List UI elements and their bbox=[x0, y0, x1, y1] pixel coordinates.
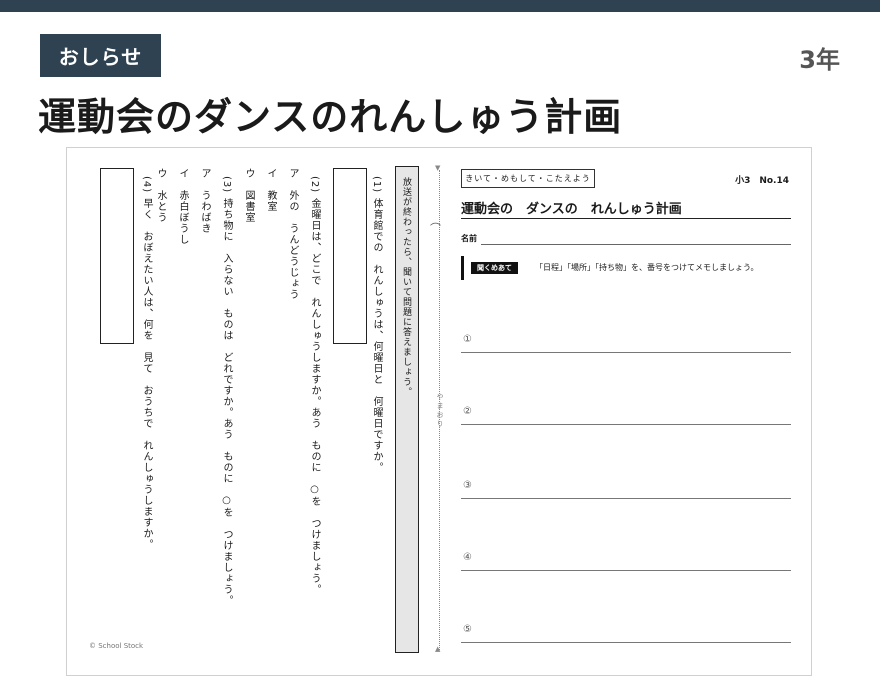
page-title: 運動会のダンスのれんしゅう計画 bbox=[38, 95, 623, 139]
question-2-text: 金曜日は、どこで れんしゅうしますか。あう ものに ○を つけましょう。 bbox=[309, 198, 320, 595]
copyright: © School Stock bbox=[89, 642, 144, 650]
name-label: 名前 bbox=[461, 234, 477, 243]
instruction-box: 放送が終わったら、聞いて問題に答えましょう。 bbox=[395, 166, 419, 653]
memo-item-5-number: ⑤ bbox=[463, 624, 472, 635]
title-divider bbox=[461, 218, 791, 219]
answer-box-4[interactable] bbox=[100, 168, 134, 344]
memo-line-1[interactable] bbox=[461, 352, 791, 353]
fold-label: やまおり bbox=[436, 393, 444, 429]
grade-label: 3年 bbox=[799, 46, 840, 74]
question-1-text: 体育館での れんしゅうは、何曜日と 何曜日ですか。 bbox=[371, 198, 382, 473]
question-3-text: 持ち物に 入らない ものは どれですか。あう ものに ○を つけましょう。 bbox=[221, 198, 232, 606]
goal-text: 「日程」「場所」「持ち物」を、番号をつけてメモしましょう。 bbox=[535, 263, 759, 272]
question-2-choice-i[interactable]: イ 教室 bbox=[263, 168, 277, 212]
memo-line-2[interactable] bbox=[461, 424, 791, 425]
top-bar bbox=[0, 0, 880, 12]
question-3-choice-i[interactable]: イ 赤白ぼうし bbox=[175, 168, 189, 245]
name-field[interactable] bbox=[481, 244, 791, 245]
question-4-number: (4) bbox=[141, 176, 152, 194]
notice-badge: おしらせ bbox=[40, 34, 161, 77]
instruction-text: 放送が終わったら、聞いて問題に答えましょう。 bbox=[401, 177, 411, 397]
question-3-choice-u[interactable]: ウ 水とう bbox=[153, 168, 167, 223]
memo-item-3-number: ③ bbox=[463, 480, 472, 491]
worksheet: 放送が終わったら、聞いて問題に答えましょう。 (1) 体育館での れんしゅうは、… bbox=[66, 147, 812, 676]
memo-item-4-number: ④ bbox=[463, 552, 472, 563]
answer-box-1[interactable] bbox=[333, 168, 367, 344]
fold-arrow-bottom-icon: ▲ bbox=[435, 645, 441, 653]
memo-item-2-number: ② bbox=[463, 406, 472, 417]
goal-bar bbox=[461, 256, 464, 280]
memo-tag: きいて・めもして・こたえよう bbox=[461, 169, 595, 188]
question-4-text: 早く おぼえたい人は、何を 見て おうちで れんしゅうしますか。 bbox=[141, 198, 152, 550]
sheet-number: 小3 No.14 bbox=[735, 176, 789, 186]
memo-title: 運動会の ダンスの れんしゅう計画 bbox=[461, 202, 682, 217]
fold-icon: ⌒ bbox=[430, 222, 441, 235]
question-3-number: (3) bbox=[221, 176, 232, 194]
memo-line-3[interactable] bbox=[461, 498, 791, 499]
question-3-choice-a[interactable]: ア うわばき bbox=[197, 168, 211, 234]
question-1-number: (1) bbox=[371, 176, 382, 194]
memo-item-1-number: ① bbox=[463, 334, 472, 345]
question-2-number: (2) bbox=[309, 176, 320, 194]
memo-line-4[interactable] bbox=[461, 570, 791, 571]
question-2-choice-u[interactable]: ウ 図書室 bbox=[241, 168, 255, 223]
memo-line-5[interactable] bbox=[461, 642, 791, 643]
goal-tag: 聞くめあて bbox=[471, 262, 518, 274]
question-2-choice-a[interactable]: ア 外の うんどうじょう bbox=[285, 168, 299, 300]
